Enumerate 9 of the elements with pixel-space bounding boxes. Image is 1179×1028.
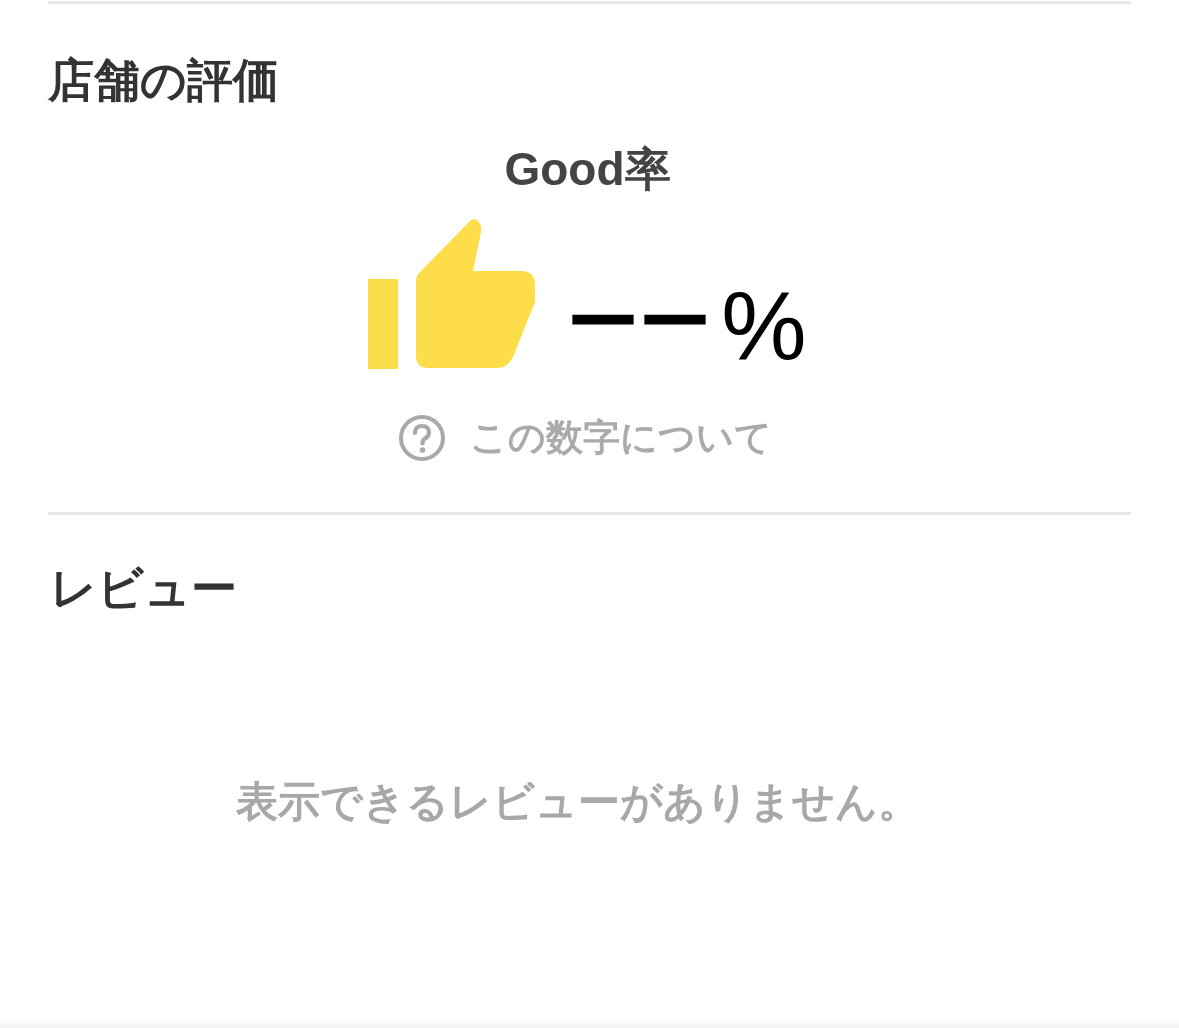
thumbs-up-icon [368,218,538,369]
percent-sign: % [721,271,807,381]
metric-label: Good率 [504,142,671,196]
about-number-link[interactable]: この数字について [397,414,772,462]
rating-value: ーー [567,281,712,364]
section-heading: 店舗の評価 [48,53,279,108]
section-heading: レビュー [50,561,237,616]
empty-message: 表示できるレビューがありません。 [235,777,920,827]
help-icon [397,414,446,462]
